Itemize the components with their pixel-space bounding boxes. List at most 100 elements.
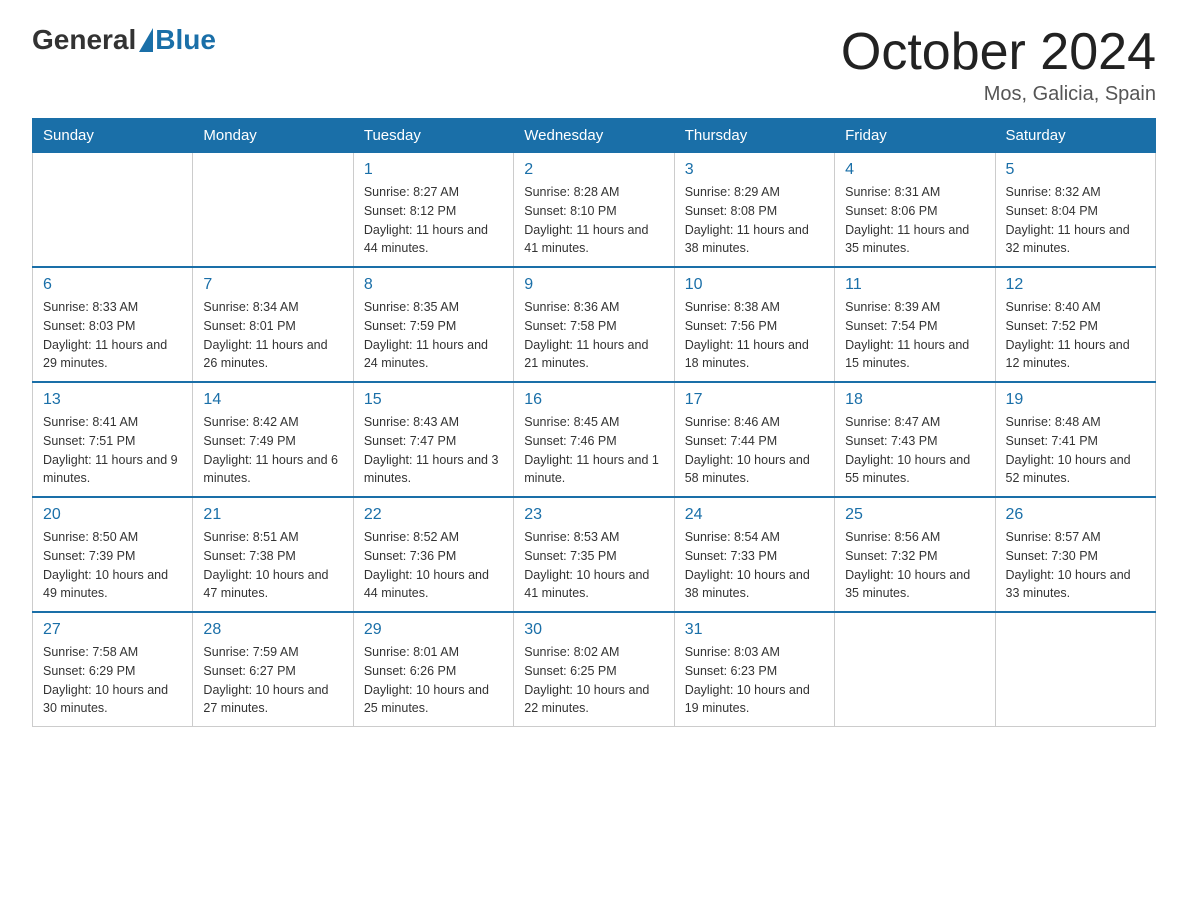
day-info: Sunrise: 8:40 AM Sunset: 7:52 PM Dayligh… xyxy=(1006,298,1145,373)
calendar-cell: 5 Sunrise: 8:32 AM Sunset: 8:04 PM Daylig… xyxy=(995,153,1155,268)
day-info: Sunrise: 8:31 AM Sunset: 8:06 PM Dayligh… xyxy=(845,183,984,258)
day-info: Sunrise: 8:32 AM Sunset: 8:04 PM Dayligh… xyxy=(1006,183,1145,258)
week-row-2: 6 Sunrise: 8:33 AM Sunset: 8:03 PM Daylig… xyxy=(33,267,1156,382)
header-day-tuesday: Tuesday xyxy=(353,119,513,153)
day-number: 24 xyxy=(685,506,824,524)
logo-triangle-icon xyxy=(139,28,153,52)
day-number: 5 xyxy=(1006,161,1145,179)
calendar-cell: 14Sunrise: 8:42 AM Sunset: 7:49 PM Dayli… xyxy=(193,382,353,497)
day-number: 11 xyxy=(845,276,984,294)
day-number: 12 xyxy=(1006,276,1145,294)
day-number: 23 xyxy=(524,506,663,524)
calendar-cell: 27Sunrise: 7:58 AM Sunset: 6:29 PM Dayli… xyxy=(33,612,193,727)
day-number: 26 xyxy=(1006,506,1145,524)
header-day-friday: Friday xyxy=(835,119,995,153)
calendar-cell xyxy=(33,153,193,268)
calendar-cell: 16 Sunrise: 8:45 AM Sunset: 7:46 PM Dayli… xyxy=(514,382,674,497)
header-day-thursday: Thursday xyxy=(674,119,834,153)
day-number: 22 xyxy=(364,506,503,524)
title-block: October 2024 Mos, Galicia, Spain xyxy=(841,24,1156,106)
day-info: Sunrise: 8:03 AM Sunset: 6:23 PM Dayligh… xyxy=(685,643,824,718)
calendar-cell: 12 Sunrise: 8:40 AM Sunset: 7:52 PM Dayli… xyxy=(995,267,1155,382)
day-number: 31 xyxy=(685,621,824,639)
day-info: Sunrise: 7:59 AM Sunset: 6:27 PM Dayligh… xyxy=(203,643,342,718)
day-info: Sunrise: 8:28 AM Sunset: 8:10 PM Dayligh… xyxy=(524,183,663,258)
calendar-cell: 23 Sunrise: 8:53 AM Sunset: 7:35 PM Dayli… xyxy=(514,497,674,612)
day-info: Sunrise: 8:39 AM Sunset: 7:54 PM Dayligh… xyxy=(845,298,984,373)
day-info: Sunrise: 8:29 AM Sunset: 8:08 PM Dayligh… xyxy=(685,183,824,258)
day-info: Sunrise: 8:42 AM Sunset: 7:49 PM Dayligh… xyxy=(203,413,342,488)
day-number: 28 xyxy=(203,621,342,639)
day-info: Sunrise: 8:27 AM Sunset: 8:12 PM Dayligh… xyxy=(364,183,503,258)
day-info: Sunrise: 8:36 AM Sunset: 7:58 PM Dayligh… xyxy=(524,298,663,373)
calendar-cell: 30Sunrise: 8:02 AM Sunset: 6:25 PM Dayli… xyxy=(514,612,674,727)
day-number: 30 xyxy=(524,621,663,639)
week-row-5: 27Sunrise: 7:58 AM Sunset: 6:29 PM Dayli… xyxy=(33,612,1156,727)
calendar-cell: 31 Sunrise: 8:03 AM Sunset: 6:23 PM Dayli… xyxy=(674,612,834,727)
calendar-table: SundayMondayTuesdayWednesdayThursdayFrid… xyxy=(32,118,1156,727)
day-number: 16 xyxy=(524,391,663,409)
day-number: 4 xyxy=(845,161,984,179)
logo-general-text: General xyxy=(32,24,136,56)
day-info: Sunrise: 8:46 AM Sunset: 7:44 PM Dayligh… xyxy=(685,413,824,488)
calendar-cell: 11 Sunrise: 8:39 AM Sunset: 7:54 PM Dayli… xyxy=(835,267,995,382)
calendar-cell: 26 Sunrise: 8:57 AM Sunset: 7:30 PM Dayli… xyxy=(995,497,1155,612)
day-number: 8 xyxy=(364,276,503,294)
calendar-cell: 28 Sunrise: 7:59 AM Sunset: 6:27 PM Dayli… xyxy=(193,612,353,727)
calendar-cell: 18 Sunrise: 8:47 AM Sunset: 7:43 PM Dayli… xyxy=(835,382,995,497)
day-info: Sunrise: 8:43 AM Sunset: 7:47 PM Dayligh… xyxy=(364,413,503,488)
day-number: 29 xyxy=(364,621,503,639)
calendar-cell: 6 Sunrise: 8:33 AM Sunset: 8:03 PM Daylig… xyxy=(33,267,193,382)
day-number: 6 xyxy=(43,276,182,294)
day-number: 19 xyxy=(1006,391,1145,409)
page-header: General Blue October 2024 Mos, Galicia, … xyxy=(32,24,1156,106)
day-info: Sunrise: 8:54 AM Sunset: 7:33 PM Dayligh… xyxy=(685,528,824,603)
day-info: Sunrise: 8:41 AM Sunset: 7:51 PM Dayligh… xyxy=(43,413,182,488)
calendar-cell: 10 Sunrise: 8:38 AM Sunset: 7:56 PM Dayli… xyxy=(674,267,834,382)
day-info: Sunrise: 8:52 AM Sunset: 7:36 PM Dayligh… xyxy=(364,528,503,603)
calendar-cell: 19 Sunrise: 8:48 AM Sunset: 7:41 PM Dayli… xyxy=(995,382,1155,497)
calendar-cell: 15Sunrise: 8:43 AM Sunset: 7:47 PM Dayli… xyxy=(353,382,513,497)
day-info: Sunrise: 8:48 AM Sunset: 7:41 PM Dayligh… xyxy=(1006,413,1145,488)
day-number: 20 xyxy=(43,506,182,524)
calendar-cell: 29Sunrise: 8:01 AM Sunset: 6:26 PM Dayli… xyxy=(353,612,513,727)
calendar-cell: 4 Sunrise: 8:31 AM Sunset: 8:06 PM Daylig… xyxy=(835,153,995,268)
day-number: 18 xyxy=(845,391,984,409)
header-day-saturday: Saturday xyxy=(995,119,1155,153)
calendar-header: SundayMondayTuesdayWednesdayThursdayFrid… xyxy=(33,119,1156,153)
calendar-cell: 22 Sunrise: 8:52 AM Sunset: 7:36 PM Dayli… xyxy=(353,497,513,612)
day-number: 1 xyxy=(364,161,503,179)
day-info: Sunrise: 8:47 AM Sunset: 7:43 PM Dayligh… xyxy=(845,413,984,488)
week-row-1: 1 Sunrise: 8:27 AM Sunset: 8:12 PM Daylig… xyxy=(33,153,1156,268)
calendar-cell xyxy=(193,153,353,268)
calendar-body: 1 Sunrise: 8:27 AM Sunset: 8:12 PM Daylig… xyxy=(33,153,1156,727)
calendar-cell: 2 Sunrise: 8:28 AM Sunset: 8:10 PM Daylig… xyxy=(514,153,674,268)
day-number: 7 xyxy=(203,276,342,294)
day-number: 10 xyxy=(685,276,824,294)
logo: General Blue xyxy=(32,24,216,56)
day-info: Sunrise: 8:33 AM Sunset: 8:03 PM Dayligh… xyxy=(43,298,182,373)
calendar-cell: 1 Sunrise: 8:27 AM Sunset: 8:12 PM Daylig… xyxy=(353,153,513,268)
calendar-cell xyxy=(835,612,995,727)
calendar-cell: 20 Sunrise: 8:50 AM Sunset: 7:39 PM Dayli… xyxy=(33,497,193,612)
day-info: Sunrise: 8:53 AM Sunset: 7:35 PM Dayligh… xyxy=(524,528,663,603)
header-day-sunday: Sunday xyxy=(33,119,193,153)
week-row-3: 13 Sunrise: 8:41 AM Sunset: 7:51 PM Dayli… xyxy=(33,382,1156,497)
calendar-cell: 24 Sunrise: 8:54 AM Sunset: 7:33 PM Dayli… xyxy=(674,497,834,612)
day-info: Sunrise: 8:50 AM Sunset: 7:39 PM Dayligh… xyxy=(43,528,182,603)
day-number: 2 xyxy=(524,161,663,179)
day-info: Sunrise: 8:38 AM Sunset: 7:56 PM Dayligh… xyxy=(685,298,824,373)
day-number: 9 xyxy=(524,276,663,294)
calendar-cell: 21 Sunrise: 8:51 AM Sunset: 7:38 PM Dayli… xyxy=(193,497,353,612)
header-row: SundayMondayTuesdayWednesdayThursdayFrid… xyxy=(33,119,1156,153)
day-number: 13 xyxy=(43,391,182,409)
day-info: Sunrise: 8:57 AM Sunset: 7:30 PM Dayligh… xyxy=(1006,528,1145,603)
day-number: 25 xyxy=(845,506,984,524)
calendar-title: October 2024 xyxy=(841,24,1156,81)
day-info: Sunrise: 8:51 AM Sunset: 7:38 PM Dayligh… xyxy=(203,528,342,603)
header-day-wednesday: Wednesday xyxy=(514,119,674,153)
calendar-cell: 25Sunrise: 8:56 AM Sunset: 7:32 PM Dayli… xyxy=(835,497,995,612)
logo-blue-text: Blue xyxy=(155,24,216,56)
day-number: 21 xyxy=(203,506,342,524)
day-info: Sunrise: 8:45 AM Sunset: 7:46 PM Dayligh… xyxy=(524,413,663,488)
